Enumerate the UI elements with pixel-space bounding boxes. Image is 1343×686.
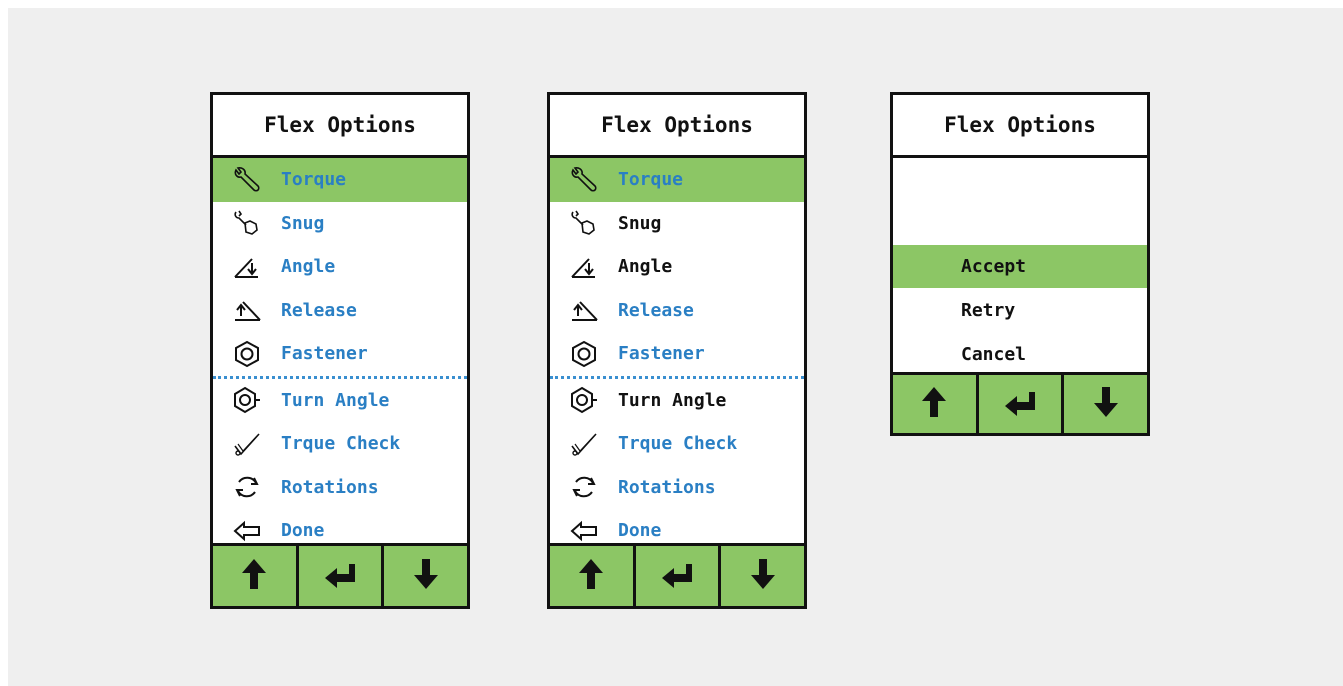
menu-item-label: Snug [618, 212, 662, 234]
hex-nut-icon [225, 339, 269, 369]
panel-title: Flex Options [550, 95, 804, 158]
flex-options-confirm-panel: Flex Options Accept Retry Cancel [890, 92, 1150, 436]
accept-item[interactable]: Accept [893, 245, 1147, 288]
menu-item-snug[interactable]: Snug [550, 202, 804, 246]
nav-footer [550, 543, 804, 606]
options-list: Torque Snug Angle Release Fastener Turn Angle… [213, 158, 467, 548]
back-arrow-icon [562, 516, 606, 546]
check-wrench-icon [225, 429, 269, 459]
snug-icon [225, 208, 269, 238]
wrench-icon [562, 165, 606, 195]
menu-item-label: Fastener [618, 343, 705, 365]
menu-item-label: Done [618, 520, 662, 542]
snug-icon [562, 208, 606, 238]
rotate-icon [562, 472, 606, 502]
menu-item-label: Torque [281, 169, 347, 191]
menu-item-label: Rotations [281, 476, 379, 498]
down-button[interactable] [384, 546, 467, 606]
menu-item-release[interactable]: Release [213, 289, 467, 333]
back-arrow-icon [225, 516, 269, 546]
menu-item-fastener[interactable]: Fastener [213, 332, 467, 376]
menu-item-turn-angle[interactable]: Turn Angle [550, 379, 804, 423]
arrow-down-icon [412, 557, 440, 595]
menu-item-label: Angle [618, 256, 673, 278]
enter-button[interactable] [299, 546, 385, 606]
angle-icon [562, 252, 606, 282]
menu-item-torque[interactable]: Torque [550, 158, 804, 202]
enter-icon [323, 560, 357, 592]
enter-button[interactable] [979, 375, 1065, 433]
menu-item-torque[interactable]: Torque [213, 158, 467, 202]
up-button[interactable] [893, 375, 979, 433]
arrow-up-icon [920, 385, 948, 423]
confirm-list: Accept Retry Cancel [893, 158, 1147, 376]
menu-item-label: Angle [281, 256, 336, 278]
flex-options-panel-1: Flex Options Torque Snug Angle Release Faste… [210, 92, 470, 609]
menu-item-label: Release [281, 299, 357, 321]
rotate-icon [225, 472, 269, 502]
menu-item-trque-check[interactable]: Trque Check [550, 422, 804, 466]
retry-item[interactable]: Retry [893, 289, 1147, 332]
menu-item-trque-check[interactable]: Trque Check [213, 422, 467, 466]
angle-icon [225, 252, 269, 282]
wrench-icon [225, 165, 269, 195]
release-icon [225, 295, 269, 325]
arrow-down-icon [749, 557, 777, 595]
turn-angle-icon [225, 385, 269, 415]
nav-footer [893, 372, 1147, 433]
menu-item-label: Turn Angle [618, 389, 727, 411]
menu-item-label: Rotations [618, 476, 716, 498]
menu-item-rotations[interactable]: Rotations [550, 466, 804, 510]
flex-options-panel-2: Flex Options Torque Snug Angle Release Faste… [547, 92, 807, 609]
up-button[interactable] [550, 546, 636, 606]
menu-item-release[interactable]: Release [550, 289, 804, 333]
menu-item-angle[interactable]: Angle [213, 245, 467, 289]
menu-item-fastener[interactable]: Fastener [550, 332, 804, 376]
arrow-down-icon [1092, 385, 1120, 423]
menu-item-label: Turn Angle [281, 389, 390, 411]
arrow-up-icon [240, 557, 268, 595]
menu-item-label: Done [281, 520, 325, 542]
menu-item-label: Fastener [281, 343, 368, 365]
release-icon [562, 295, 606, 325]
enter-button[interactable] [636, 546, 722, 606]
menu-item-snug[interactable]: Snug [213, 202, 467, 246]
menu-item-label: Release [618, 299, 694, 321]
menu-item-label: Trque Check [281, 433, 401, 455]
check-wrench-icon [562, 429, 606, 459]
panel-title: Flex Options [893, 95, 1147, 158]
menu-item-rotations[interactable]: Rotations [213, 466, 467, 510]
up-button[interactable] [213, 546, 299, 606]
enter-icon [660, 560, 694, 592]
menu-item-label: Torque [618, 169, 684, 191]
arrow-up-icon [577, 557, 605, 595]
menu-item-turn-angle[interactable]: Turn Angle [213, 379, 467, 423]
nav-footer [213, 543, 467, 606]
hex-nut-icon [562, 339, 606, 369]
menu-item-label: Snug [281, 212, 325, 234]
turn-angle-icon [562, 385, 606, 415]
cancel-item[interactable]: Cancel [893, 333, 1147, 376]
down-button[interactable] [721, 546, 804, 606]
enter-icon [1003, 388, 1037, 420]
panel-title: Flex Options [213, 95, 467, 158]
options-list: Torque Snug Angle Release Fastener Turn Angle… [550, 158, 804, 548]
menu-item-label: Trque Check [618, 433, 738, 455]
menu-item-angle[interactable]: Angle [550, 245, 804, 289]
down-button[interactable] [1064, 375, 1147, 433]
